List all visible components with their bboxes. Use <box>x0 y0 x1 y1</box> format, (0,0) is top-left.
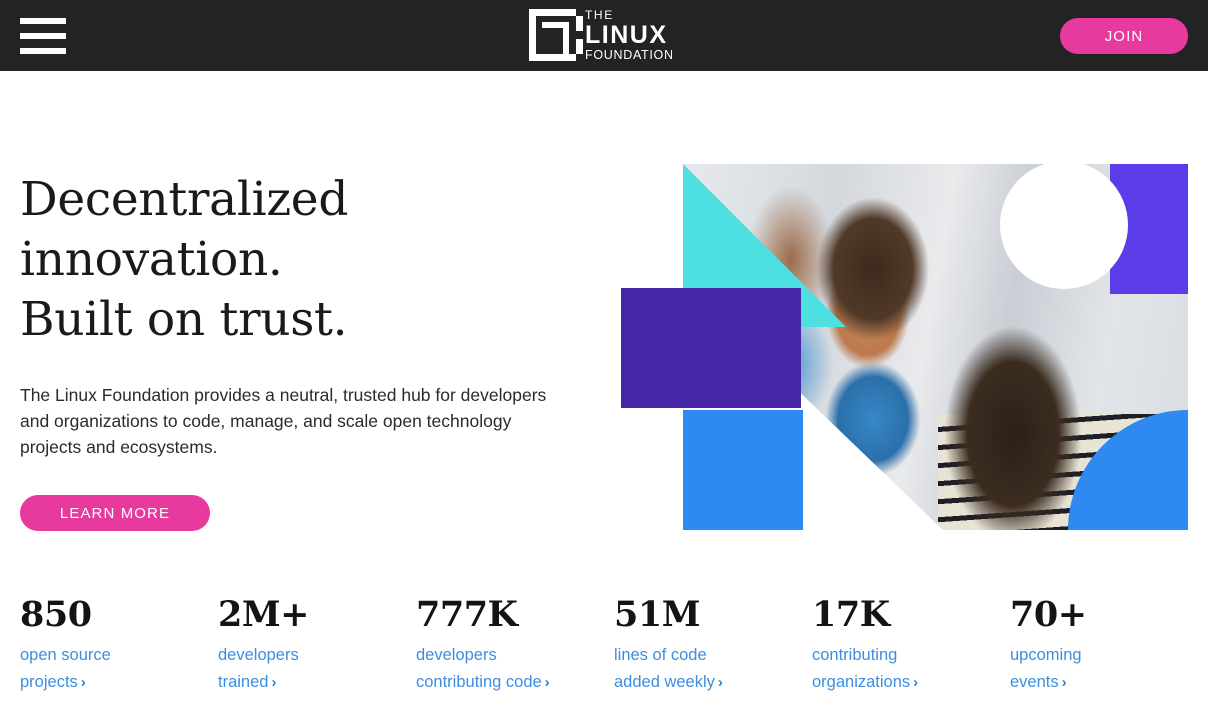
hero-copy: Decentralized innovation. Built on trust… <box>20 170 580 531</box>
site-header: THE LINUX FOUNDATION JOIN <box>0 0 1208 71</box>
stat-item-open-source-projects[interactable]: 850 open source projects › <box>20 594 218 696</box>
chevron-right-icon: › <box>544 674 550 691</box>
logo-wordmark: THE LINUX FOUNDATION <box>585 9 674 62</box>
stat-label-line-2: projects <box>20 673 78 691</box>
decorative-blue-rectangle <box>683 410 803 530</box>
stat-label-line-2: organizations <box>812 673 911 691</box>
stat-item-contributing-organizations[interactable]: 17K contributing organizations › <box>812 594 1010 696</box>
stat-number: 777K <box>416 594 518 635</box>
decorative-purple-rectangle <box>621 288 801 408</box>
stat-item-developers-contributing-code[interactable]: 777K developers contributing code › <box>416 594 614 696</box>
hero-graphic <box>621 155 1188 530</box>
stat-number: 51M <box>614 594 700 635</box>
headline-line-1: Decentralized <box>20 172 349 227</box>
chevron-right-icon: › <box>80 674 86 691</box>
decorative-white-circle <box>1000 161 1128 289</box>
stat-label[interactable]: upcoming events › <box>1010 642 1190 696</box>
chevron-right-icon: › <box>913 674 919 691</box>
chevron-right-icon: › <box>717 674 723 691</box>
stat-label-line-2: added weekly <box>614 673 715 691</box>
site-logo[interactable]: THE LINUX FOUNDATION <box>529 8 681 62</box>
logo-line-foundation: FOUNDATION <box>585 47 674 62</box>
stat-label[interactable]: developers trained › <box>218 642 398 696</box>
stat-item-developers-trained[interactable]: 2M+ developers trained › <box>218 594 416 696</box>
stat-label-line-1: upcoming <box>1010 646 1082 664</box>
hamburger-menu-icon[interactable] <box>20 14 66 58</box>
stat-number: 2M+ <box>218 594 309 635</box>
stat-label-line-1: developers <box>416 646 497 664</box>
chevron-right-icon: › <box>271 674 277 691</box>
headline-line-2: innovation. <box>20 232 283 287</box>
hamburger-bar-3 <box>20 48 66 54</box>
stat-item-lines-of-code[interactable]: 51M lines of code added weekly › <box>614 594 812 696</box>
hero-description: The Linux Foundation provides a neutral,… <box>20 385 547 457</box>
page-title: Decentralized innovation. Built on trust… <box>20 170 580 350</box>
hamburger-bar-1 <box>20 18 66 24</box>
stat-label-line-2: contributing code <box>416 673 542 691</box>
stat-label-line-1: developers <box>218 646 299 664</box>
stat-label[interactable]: open source projects › <box>20 642 200 696</box>
stat-number: 17K <box>812 594 890 635</box>
stat-item-upcoming-events[interactable]: 70+ upcoming events › <box>1010 594 1208 696</box>
learn-more-button[interactable]: LEARN MORE <box>20 495 210 531</box>
stat-label-line-1: contributing <box>812 646 898 664</box>
stat-label[interactable]: lines of code added weekly › <box>614 642 794 696</box>
stat-label-line-2: events <box>1010 673 1059 691</box>
logo-line-the: THE <box>585 7 614 22</box>
hamburger-bar-2 <box>20 33 66 39</box>
headline-line-3: Built on trust. <box>20 292 348 347</box>
linux-foundation-mark-icon <box>529 9 583 61</box>
logo-line-linux: LINUX <box>585 20 668 49</box>
stat-number: 850 <box>20 594 92 635</box>
stat-number: 70+ <box>1010 594 1087 635</box>
stat-label-line-2: trained <box>218 673 269 691</box>
stat-label[interactable]: contributing organizations › <box>812 642 992 696</box>
stat-label-line-1: open source <box>20 646 111 664</box>
stat-label-line-1: lines of code <box>614 646 707 664</box>
stat-label[interactable]: developers contributing code › <box>416 642 596 696</box>
join-button[interactable]: JOIN <box>1060 18 1188 54</box>
chevron-right-icon: › <box>1061 674 1067 691</box>
stats-row: 850 open source projects › 2M+ developers… <box>20 594 1188 696</box>
